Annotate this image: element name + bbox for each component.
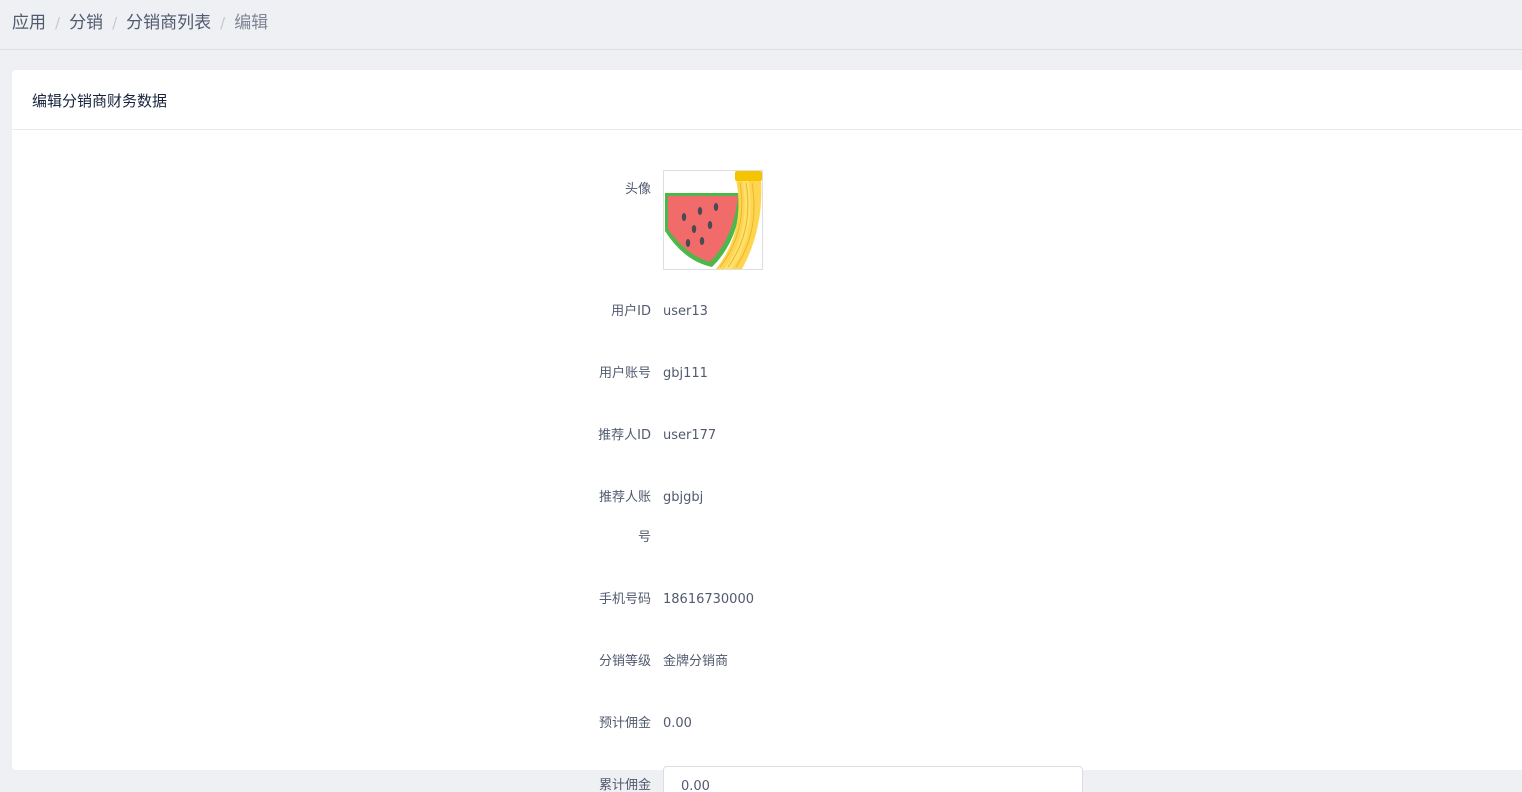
account-label: 用户账号 (598, 366, 651, 381)
form-row-phone: 手机号码 18616730000 (12, 580, 1522, 620)
top-bar: 应用 / 分销 / 分销商列表 / 编辑 (0, 0, 1522, 50)
form-row-account: 用户账号 gbj111 (12, 354, 1522, 394)
breadcrumb-separator: / (55, 14, 61, 32)
referrer-account-label: 推荐人账号 (598, 490, 651, 545)
breadcrumb-separator: / (112, 14, 118, 32)
form-row-total-commission: 累计佣金 (12, 766, 1522, 792)
total-commission-label: 累计佣金 (598, 778, 651, 792)
edit-card: 编辑分销商财务数据 头像 用户ID user13 用户账号 gbj111 推荐人… (12, 70, 1522, 770)
breadcrumb-separator: / (220, 14, 226, 32)
form-row-avatar: 头像 (12, 170, 1522, 270)
form-row-referrer-account: 推荐人账号 gbjgbj (12, 478, 1522, 558)
breadcrumb-item-distribution[interactable]: 分销 (69, 13, 103, 33)
user-id-label: 用户ID (611, 304, 651, 319)
card-header: 编辑分销商财务数据 (12, 70, 1522, 130)
form-row-referrer-id: 推荐人ID user177 (12, 416, 1522, 456)
form-row-expected-commission: 预计佣金 0.00 (12, 704, 1522, 744)
total-commission-input-wrapper (663, 766, 1083, 792)
avatar[interactable] (663, 170, 763, 270)
phone-value: 18616730000 (663, 592, 754, 607)
referrer-id-value: user177 (663, 428, 717, 443)
user-id-value: user13 (663, 304, 708, 319)
avatar-label: 头像 (624, 182, 651, 197)
level-value: 金牌分销商 (663, 654, 729, 669)
form-row-level: 分销等级 金牌分销商 (12, 642, 1522, 682)
card-title: 编辑分销商财务数据 (32, 92, 168, 110)
phone-label: 手机号码 (598, 592, 651, 607)
total-commission-input[interactable] (679, 769, 1073, 792)
referrer-account-value: gbjgbj (663, 490, 704, 505)
breadcrumb: 应用 / 分销 / 分销商列表 / 编辑 (12, 8, 268, 33)
referrer-id-label: 推荐人ID (598, 428, 651, 443)
expected-commission-label: 预计佣金 (598, 716, 651, 731)
expected-commission-value: 0.00 (663, 716, 692, 731)
breadcrumb-item-distributor-list[interactable]: 分销商列表 (126, 13, 211, 33)
breadcrumb-item-app[interactable]: 应用 (12, 13, 46, 33)
account-value: gbj111 (663, 366, 708, 381)
form-row-user-id: 用户ID user13 (12, 292, 1522, 332)
watermelon-banana-icon (665, 171, 762, 269)
breadcrumb-item-edit: 编辑 (234, 13, 269, 33)
level-label: 分销等级 (598, 654, 651, 669)
